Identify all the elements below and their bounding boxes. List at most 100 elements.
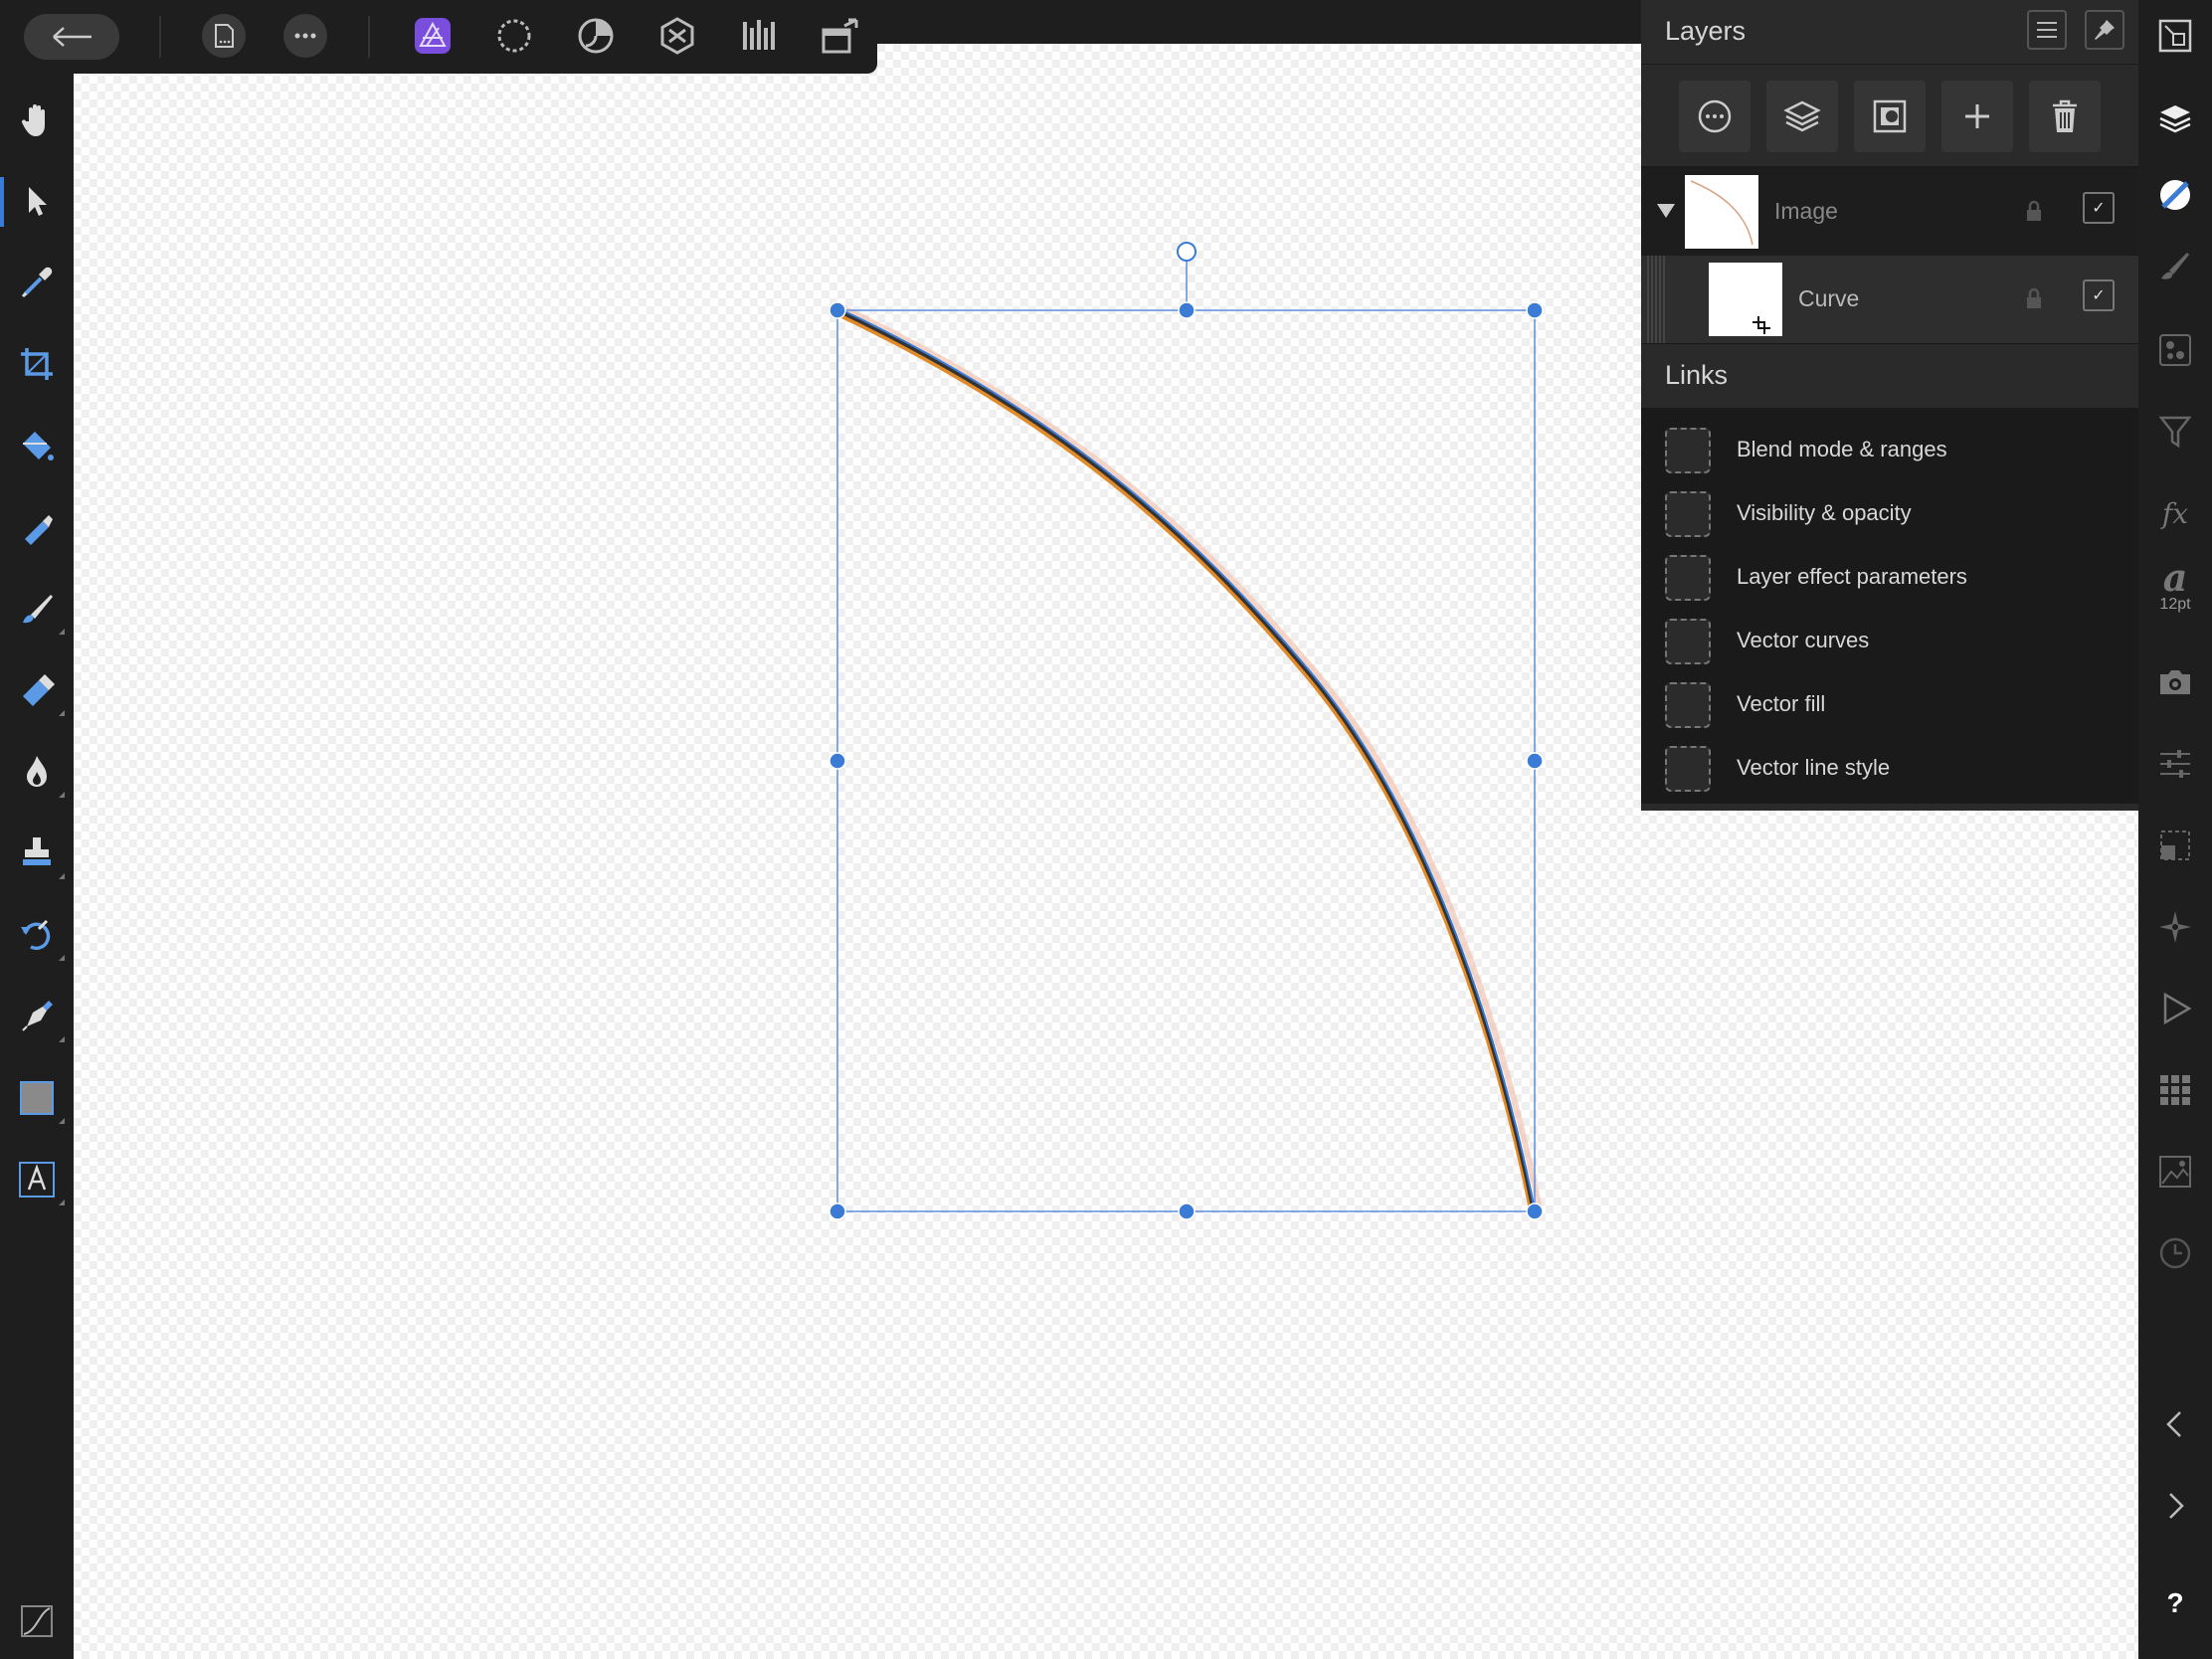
stock-tab[interactable] [2145,652,2205,712]
brushes-tab[interactable] [2145,237,2205,296]
link-item[interactable]: Layer effect parameters [1641,543,2138,607]
next-button[interactable] [2145,1476,2205,1536]
font-size-label: 12pt [2159,596,2191,613]
handle-top-right[interactable] [1526,301,1544,319]
pin-panel-button[interactable] [2085,10,2124,50]
develop-persona-button[interactable] [567,8,625,64]
clone-brush-tool[interactable] [7,824,67,883]
visibility-checkbox-image[interactable]: ✓ [2083,192,2115,224]
layers-stack-icon [2159,105,2191,133]
link-item[interactable]: Visibility & opacity [1641,479,2138,543]
fill-tool[interactable] [7,416,67,475]
link-item[interactable]: Vector line style [1641,734,2138,798]
link-checkbox[interactable] [1665,746,1711,792]
back-button[interactable] [24,14,119,60]
color-picker-tool[interactable] [7,253,67,312]
handle-middle-left[interactable] [829,752,846,770]
link-item[interactable]: Blend mode & ranges [1641,416,2138,479]
transform-tab[interactable] [2145,816,2205,875]
layer-options-button[interactable] [1679,81,1751,152]
link-item[interactable]: Vector fill [1641,670,2138,734]
tools-panel [0,74,74,1659]
histogram-tab[interactable] [2145,1142,2205,1201]
view-tool[interactable] [7,90,67,149]
text-tool[interactable] [7,1150,67,1209]
layers-title: Layers [1665,16,1747,46]
lock-icon[interactable] [2021,285,2047,311]
handle-middle-right[interactable] [1526,752,1544,770]
disclosure-triangle-icon[interactable] [1655,202,1677,220]
crop-tool[interactable] [7,334,67,394]
tone-mapping-persona-button[interactable] [648,8,706,64]
selection-brush-tool[interactable] [7,497,67,557]
help-label: ? [2166,1587,2184,1618]
navigate-tab[interactable] [2145,897,2205,957]
link-checkbox[interactable] [1665,555,1711,601]
layer-row-curve[interactable]: Curve ✓ [1641,256,2138,343]
link-checkbox[interactable] [1665,682,1711,728]
color-swatch-icon [2160,180,2190,210]
previous-button[interactable] [2145,1394,2205,1454]
handle-top-middle[interactable] [1178,301,1196,319]
arrow-left-icon [53,27,92,47]
transform-icon [2160,830,2190,860]
rotation-handle[interactable] [1177,242,1197,262]
erase-brush-tool[interactable] [7,660,67,720]
crop-icon [21,348,53,380]
panel-bottom-edge [1641,804,2138,811]
layers-tab[interactable] [2145,90,2205,149]
burn-brush-tool[interactable] [7,742,67,802]
undo-brush-tool[interactable] [7,905,67,965]
handle-bottom-left[interactable] [829,1202,846,1220]
rectangle-icon [20,1081,54,1115]
link-checkbox[interactable] [1665,619,1711,664]
adjustments-tab[interactable] [2145,320,2205,380]
visibility-checkbox-curve[interactable]: ✓ [2083,279,2115,311]
pin-icon [2095,20,2115,40]
pen-tool[interactable] [7,987,67,1046]
photo-persona-button[interactable] [404,8,461,64]
macros-tab[interactable] [2145,979,2205,1038]
effects-tab[interactable]: fx [2145,483,2205,543]
adjustments-icon [2159,334,2191,366]
paint-bucket-icon [23,432,54,461]
font-a-icon: a [2162,555,2188,600]
link-checkbox[interactable] [1665,491,1711,537]
export-persona-button[interactable] [730,8,788,64]
text-styles-tab[interactable]: a 12pt [2145,557,2205,617]
transform-settings-tab[interactable] [2145,734,2205,794]
link-checkbox[interactable] [1665,428,1711,473]
chevron-left-icon [2166,1411,2181,1437]
handle-top-left[interactable] [829,301,846,319]
move-tool[interactable] [7,171,67,231]
layer-row-image[interactable]: Image ✓ [1641,168,2138,256]
document-button[interactable] [195,8,253,64]
delete-layer-button[interactable] [2029,81,2101,152]
add-pixel-layer-button[interactable] [1766,81,1838,152]
paint-brush-icon [23,595,53,624]
pen-nib-icon [22,1001,53,1031]
links-header: Links [1641,344,2138,408]
curve-object[interactable] [834,305,1543,1215]
add-layer-button[interactable] [1941,81,2013,152]
paint-brush-tool[interactable] [7,579,67,639]
more-button[interactable] [276,8,334,64]
handle-bottom-middle[interactable] [1178,1202,1196,1220]
lock-icon[interactable] [2021,198,2047,224]
help-button[interactable]: ? [2145,1573,2205,1633]
panel-menu-button[interactable] [2027,10,2067,50]
shape-tool[interactable] [7,1068,67,1128]
history-tab[interactable] [2145,1223,2205,1283]
handle-bottom-right[interactable] [1526,1202,1544,1220]
assistant-button[interactable] [812,8,869,64]
channels-tab[interactable] [2145,1060,2205,1120]
link-label: Vector curves [1737,628,1870,652]
color-tab[interactable] [2145,165,2205,225]
link-item[interactable]: Vector curves [1641,607,2138,670]
layers-header: Layers [1641,0,2138,64]
navigator-tab[interactable] [2145,6,2205,66]
add-mask-button[interactable] [1854,81,1926,152]
curve-settings-button[interactable] [7,1591,67,1651]
filters-tab[interactable] [2145,402,2205,461]
liquify-persona-button[interactable] [485,8,543,64]
